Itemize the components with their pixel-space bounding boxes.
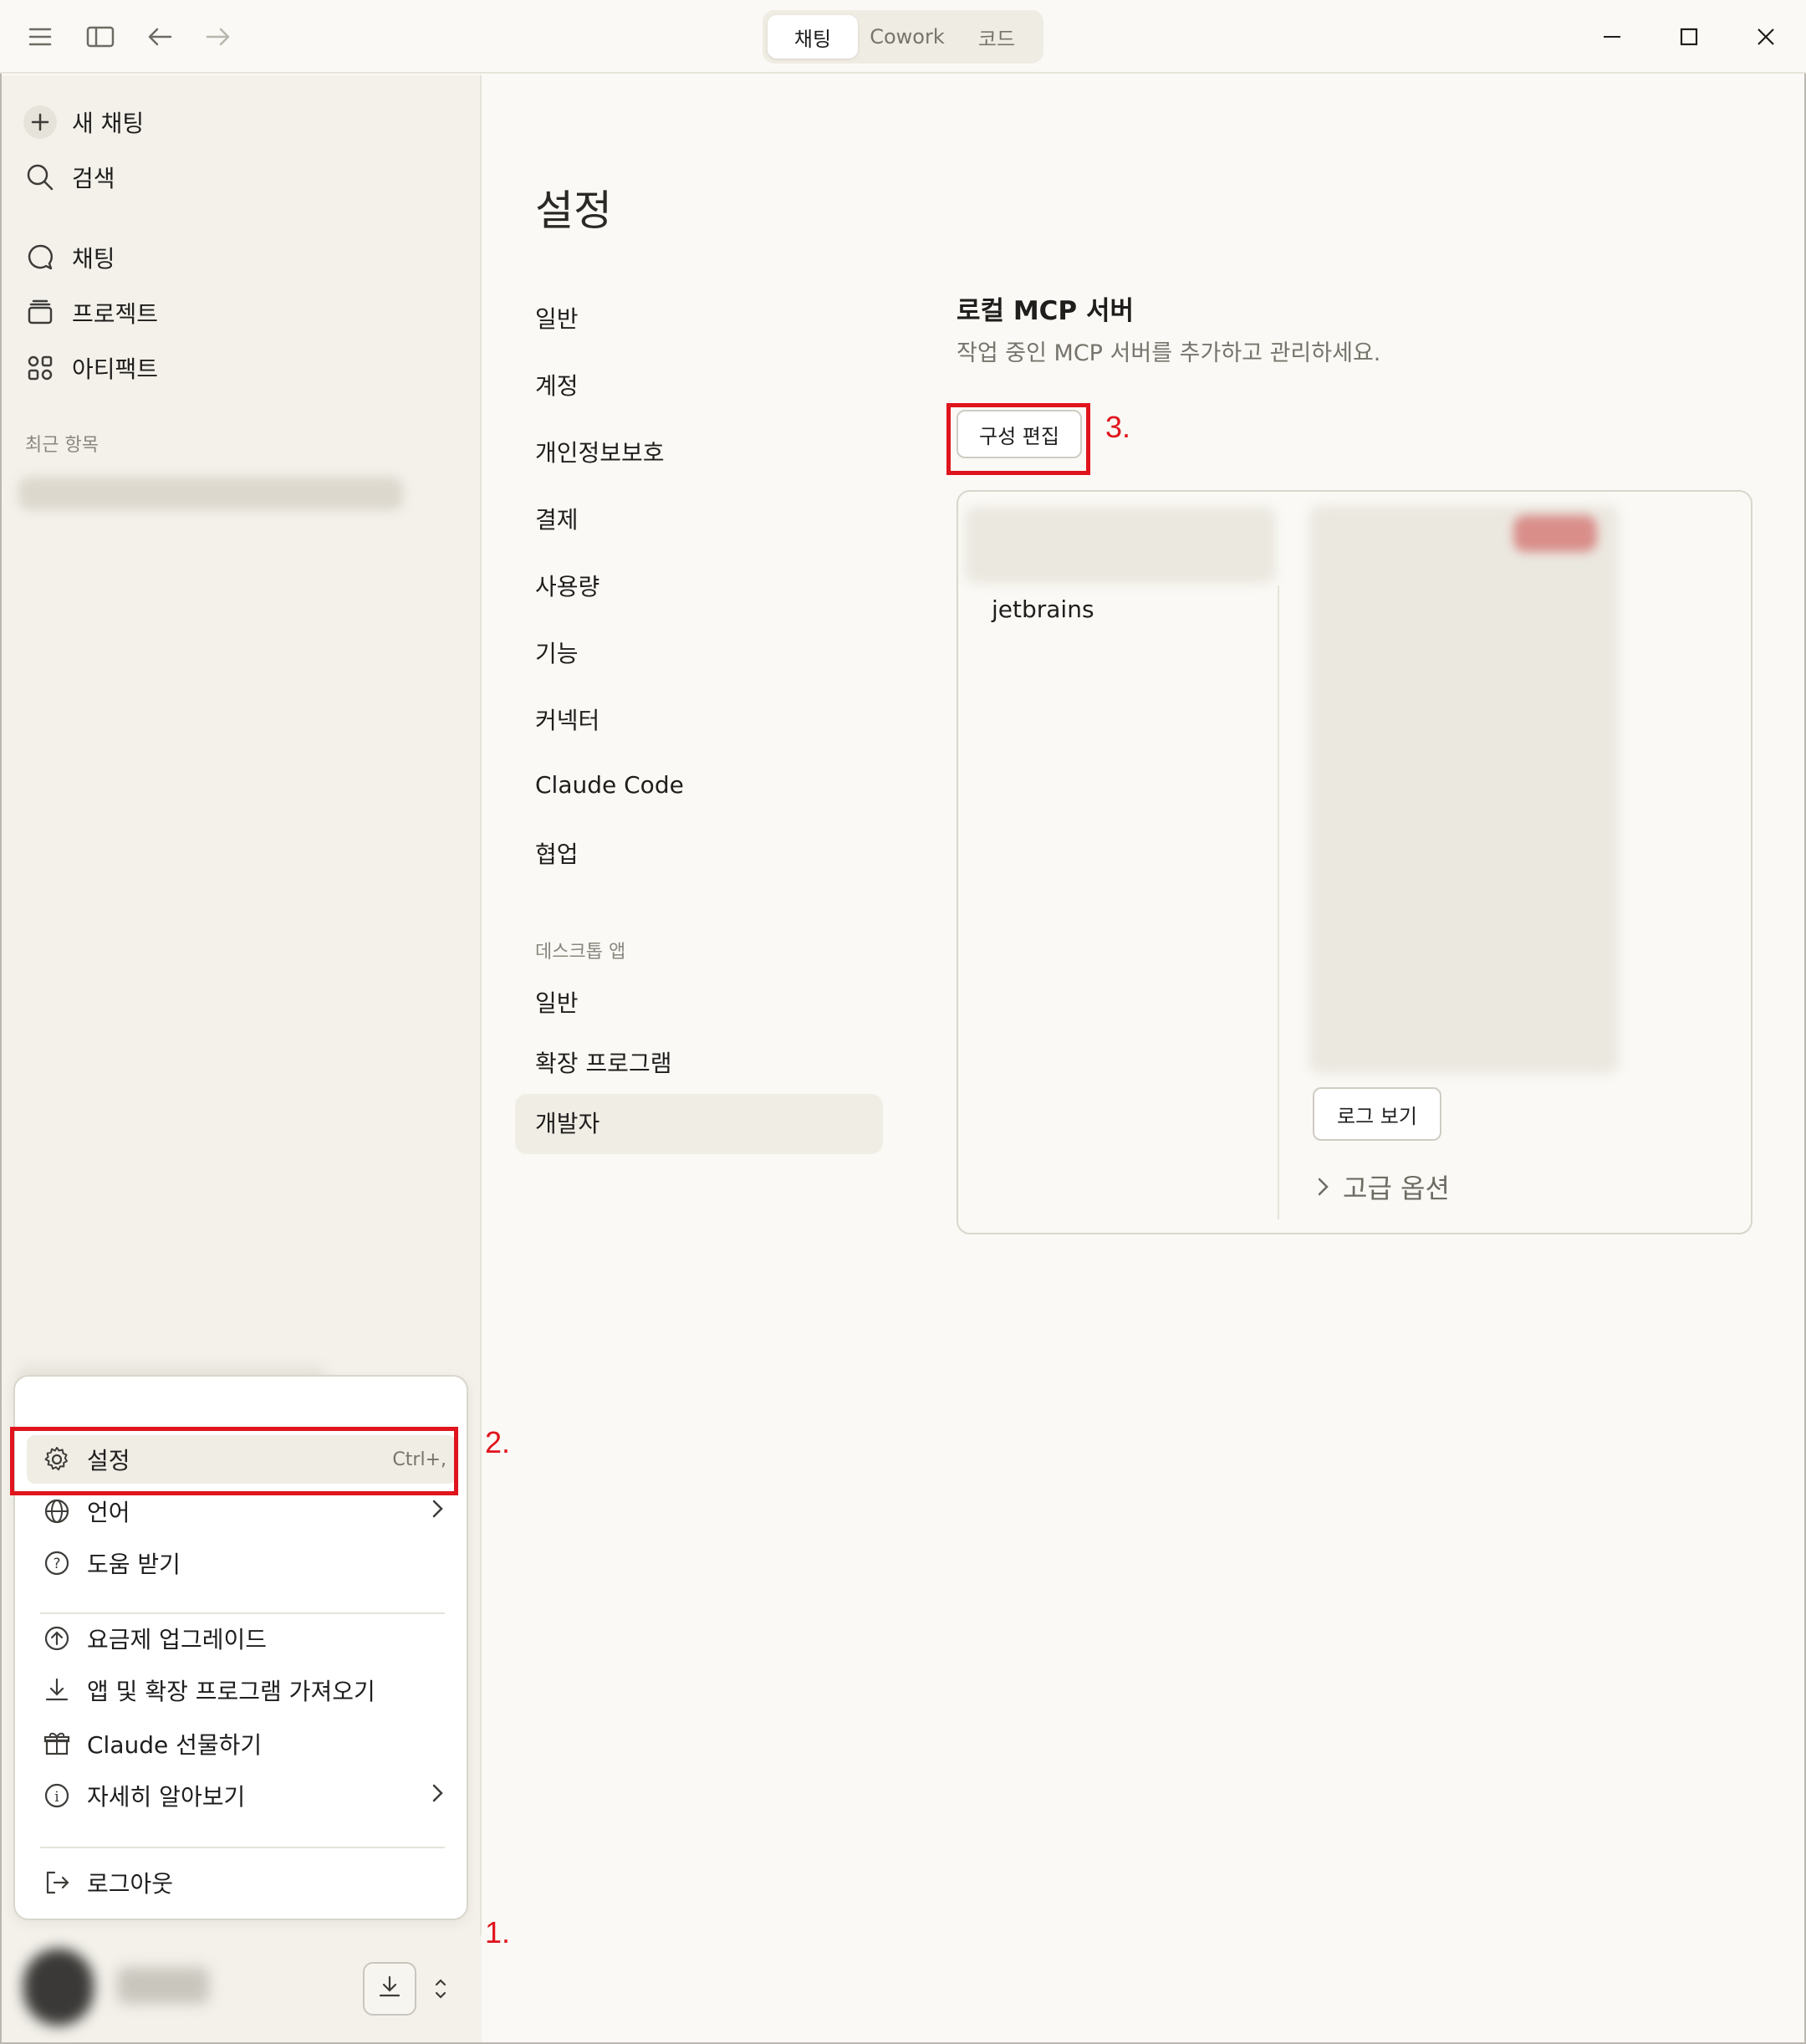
settings-nav-connectors[interactable]: 커넥터 bbox=[535, 703, 599, 736]
back-arrow-icon[interactable] bbox=[142, 18, 179, 55]
download-button[interactable] bbox=[363, 1962, 416, 2016]
close-icon[interactable] bbox=[1747, 18, 1784, 55]
avatar[interactable] bbox=[23, 1949, 94, 2026]
new-chat-button[interactable]: 새 채팅 bbox=[22, 100, 144, 144]
menu-item-label: 앱 및 확장 프로그램 가져오기 bbox=[87, 1678, 375, 1705]
sidebar-item-label: 채팅 bbox=[72, 245, 115, 273]
menu-item-label: 요금제 업그레이드 bbox=[87, 1626, 267, 1653]
chevron-updown-icon[interactable] bbox=[428, 1970, 453, 2007]
server-list-header bbox=[965, 507, 1276, 584]
tab-code[interactable]: 코드 bbox=[957, 15, 1037, 59]
chevron-right-icon bbox=[430, 1781, 446, 1810]
sidebar-item-artifacts[interactable]: 아티팩트 bbox=[22, 346, 158, 390]
search-label: 검색 bbox=[72, 165, 115, 192]
settings-nav-developer[interactable]: 개발자 bbox=[535, 1106, 599, 1139]
menu-item-gift[interactable]: Claude 선물하기 bbox=[27, 1720, 457, 1768]
settings-nav-general[interactable]: 일반 bbox=[535, 301, 579, 335]
download-icon bbox=[376, 1974, 403, 2004]
menu-item-logout[interactable]: 로그아웃 bbox=[27, 1858, 457, 1907]
sidebar-toggle-icon[interactable] bbox=[82, 18, 119, 55]
settings-nav-desktop-general[interactable]: 일반 bbox=[535, 985, 579, 1019]
settings-nav-collaboration[interactable]: 협업 bbox=[535, 836, 579, 870]
settings-nav-claude-code[interactable]: Claude Code bbox=[535, 771, 684, 799]
menu-divider bbox=[40, 1847, 445, 1848]
artifact-icon bbox=[22, 350, 59, 386]
desktop-app-section-label: 데스크톱 앱 bbox=[535, 942, 626, 963]
settings-nav-billing[interactable]: 결제 bbox=[535, 502, 579, 535]
menu-item-label: 자세히 알아보기 bbox=[87, 1783, 246, 1811]
sidebar-item-label: 프로젝트 bbox=[72, 300, 159, 328]
project-icon bbox=[22, 294, 59, 331]
gift-icon bbox=[40, 1727, 74, 1760]
advanced-options-toggle[interactable]: 고급 옵션 bbox=[1316, 1168, 1450, 1206]
settings-nav-usage[interactable]: 사용량 bbox=[535, 569, 599, 602]
tab-chat[interactable]: 채팅 bbox=[768, 15, 858, 59]
recent-section-label: 최근 항목 bbox=[25, 435, 99, 456]
annotation-box-edit-config bbox=[946, 403, 1090, 475]
menu-item-label: 언어 bbox=[87, 1499, 130, 1526]
sidebar-item-chats[interactable]: 채팅 bbox=[22, 236, 115, 279]
new-chat-label: 새 채팅 bbox=[72, 110, 145, 137]
server-details bbox=[1309, 505, 1619, 1074]
annotation-step-1: 1. bbox=[485, 1915, 511, 1949]
page-title: 설정 bbox=[535, 187, 612, 235]
menu-item-help[interactable]: ? 도움 받기 bbox=[27, 1539, 457, 1587]
annotation-step-2: 2. bbox=[485, 1425, 511, 1459]
logout-icon bbox=[40, 1866, 74, 1899]
menu-item-get-apps[interactable]: 앱 및 확장 프로그램 가져오기 bbox=[27, 1666, 457, 1714]
plus-icon bbox=[22, 104, 59, 141]
status-badge bbox=[1513, 515, 1597, 552]
view-logs-button[interactable]: 로그 보기 bbox=[1313, 1087, 1441, 1141]
globe-icon bbox=[40, 1495, 74, 1528]
panel-divider bbox=[1278, 585, 1279, 1219]
settings-nav-privacy[interactable]: 개인정보보호 bbox=[535, 435, 665, 468]
tab-cowork[interactable]: Cowork bbox=[861, 15, 953, 59]
maximize-icon[interactable] bbox=[1671, 18, 1707, 55]
server-item-jetbrains[interactable]: jetbrains bbox=[992, 595, 1094, 623]
annotation-step-3: 3. bbox=[1105, 410, 1131, 444]
svg-text:i: i bbox=[54, 1789, 59, 1806]
settings-nav-features[interactable]: 기능 bbox=[535, 636, 579, 669]
advanced-options-label: 고급 옵션 bbox=[1343, 1173, 1450, 1204]
user-name bbox=[117, 1967, 209, 2004]
search-icon bbox=[22, 159, 59, 196]
chevron-right-icon bbox=[430, 1497, 446, 1525]
menu-item-label: Claude 선물하기 bbox=[87, 1731, 263, 1759]
menu-icon[interactable] bbox=[22, 18, 59, 55]
menu-item-label: 로그아웃 bbox=[87, 1870, 174, 1898]
annotation-box-settings bbox=[10, 1427, 458, 1495]
help-icon: ? bbox=[40, 1546, 74, 1580]
info-icon: i bbox=[40, 1779, 74, 1812]
mode-switcher: 채팅 Cowork 코드 bbox=[763, 10, 1043, 64]
section-description: 작업 중인 MCP 서버를 추가하고 관리하세요. bbox=[957, 340, 1381, 366]
forward-arrow-icon[interactable] bbox=[199, 18, 236, 55]
minimize-icon[interactable] bbox=[1594, 18, 1630, 55]
menu-item-learn-more[interactable]: i 자세히 알아보기 bbox=[27, 1771, 457, 1820]
section-title: 로컬 MCP 서버 bbox=[957, 296, 1134, 326]
download-icon bbox=[40, 1674, 74, 1707]
upgrade-icon bbox=[40, 1622, 74, 1655]
search-button[interactable]: 검색 bbox=[22, 156, 115, 199]
svg-text:?: ? bbox=[53, 1556, 60, 1572]
title-bar: 채팅 Cowork 코드 bbox=[0, 0, 1806, 74]
settings-nav-account[interactable]: 계정 bbox=[535, 368, 579, 401]
sidebar-item-projects[interactable]: 프로젝트 bbox=[22, 291, 158, 335]
chat-icon bbox=[22, 239, 59, 276]
settings-nav-extensions[interactable]: 확장 프로그램 bbox=[535, 1045, 671, 1079]
chevron-right-icon bbox=[1316, 1175, 1331, 1198]
recent-chat-item[interactable] bbox=[18, 477, 403, 510]
menu-item-upgrade[interactable]: 요금제 업그레이드 bbox=[27, 1614, 457, 1663]
menu-item-label: 도움 받기 bbox=[87, 1551, 181, 1578]
sidebar-item-label: 아티팩트 bbox=[72, 355, 159, 383]
